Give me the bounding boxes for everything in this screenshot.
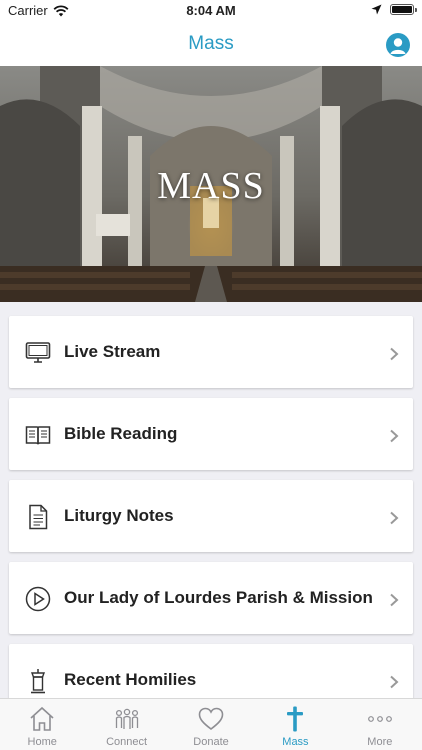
pulpit-icon [30,669,46,694]
chevron-right-icon [390,511,399,525]
status-bar: Carrier 8:04 AM [0,0,422,22]
ellipsis-icon [367,716,392,722]
people-icon [115,708,138,729]
tab-connect[interactable]: Connect [84,699,168,750]
tab-bar: Home Connect Donate Mass More [0,698,422,750]
user-avatar-icon [390,38,406,54]
play-circle-icon [25,586,51,612]
menu-item-label: Recent Homilies [64,670,197,689]
tab-more[interactable]: More [338,699,422,750]
monitor-icon [25,342,51,363]
mass-menu-list: Live Stream Bible Reading Liturgy Notes … [0,302,422,698]
tab-label: Mass [282,736,309,748]
menu-item-recent-homilies[interactable]: Recent Homilies [9,644,413,698]
document-icon [29,504,48,530]
menu-item-live-stream[interactable]: Live Stream [9,316,413,388]
house-icon [30,706,54,731]
heart-icon [198,707,224,731]
menu-item-label: Our Lady of Lourdes Parish & Mission [64,588,373,607]
hero-banner: MASS [0,66,422,302]
tab-label: More [367,736,393,748]
tab-label: Donate [193,736,229,748]
tab-label: Home [27,736,57,748]
status-time: 8:04 AM [186,3,236,18]
cross-icon [287,706,304,732]
battery-icon [390,4,417,15]
tab-mass[interactable]: Mass [253,699,337,750]
chevron-right-icon [390,675,399,689]
tab-donate[interactable]: Donate [169,699,253,750]
location-arrow-icon [371,4,382,15]
status-right [371,4,417,15]
page-title: Mass [188,33,234,54]
menu-item-label: Live Stream [64,342,161,361]
chevron-right-icon [390,347,399,361]
menu-item-bible-reading[interactable]: Bible Reading [9,398,413,470]
chevron-right-icon [390,593,399,607]
hero-title: MASS [157,165,265,207]
menu-item-label: Bible Reading [64,424,178,443]
navigation-bar: Mass [0,22,422,66]
tab-home[interactable]: Home [0,699,84,750]
chevron-right-icon [390,429,399,443]
tab-label: Connect [106,736,148,748]
profile-button[interactable] [386,33,410,57]
menu-item-parish-mission[interactable]: Our Lady of Lourdes Parish & Mission [9,562,413,634]
menu-item-label: Liturgy Notes [64,506,174,525]
book-icon [25,426,51,445]
menu-item-liturgy-notes[interactable]: Liturgy Notes [9,480,413,552]
